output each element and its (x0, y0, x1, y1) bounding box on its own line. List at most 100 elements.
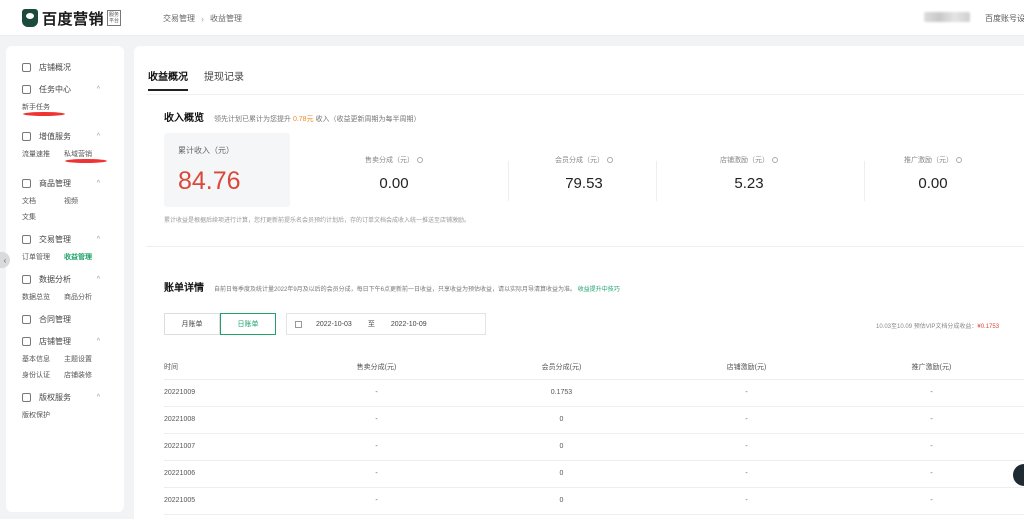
table-cell: - (839, 379, 1024, 407)
table-header-row: 时间 售卖分成(元) 会员分成(元) 店铺激励(元) 推广激励(元) (164, 355, 1024, 380)
table-cell: - (284, 487, 469, 515)
table-cell: - (839, 433, 1024, 461)
bill-table: 时间 售卖分成(元) 会员分成(元) 店铺激励(元) 推广激励(元) 20221009-… (164, 355, 1024, 515)
sidebar-item[interactable]: 私域营销 (64, 149, 107, 166)
tab-overview[interactable]: 收益概况 (148, 68, 188, 91)
notification-dot (23, 112, 65, 116)
sidebar-group-5[interactable]: 数据分析 ^ (6, 268, 124, 290)
brand-badge: 服务平台 (107, 10, 122, 26)
sidebar-item[interactable]: 数据总览 (22, 292, 64, 302)
table-cell: - (284, 379, 469, 407)
tabs: 收益概况 提现记录 (148, 68, 244, 91)
notification-dot (65, 159, 107, 163)
table-cell: 20221007 (164, 433, 284, 461)
sidebar-group-label: 任务中心 (39, 84, 71, 94)
breadcrumb: 交易管理 › 收益管理 (163, 13, 242, 24)
sidebar-group-3[interactable]: 商品管理 ^ (6, 172, 124, 194)
sidebar-group-4[interactable]: 交易管理 ^ (6, 228, 124, 250)
sidebar-item[interactable]: 店铺装修 (64, 370, 106, 380)
copyright-icon (22, 392, 31, 402)
user-name-blurred (924, 12, 970, 22)
sidebar-item[interactable]: 文档 (22, 196, 64, 206)
table-cell: 0 (469, 460, 654, 488)
table-cell: - (654, 406, 839, 434)
sidebar-item[interactable]: 基本信息 (22, 354, 64, 364)
income-overview-card: 收入概览 领先计划已累计为您提升 0.78元 收入（收益更新周期为每半周期） 累… (146, 94, 1024, 234)
goods-icon (22, 178, 31, 188)
table-row: 20221009-0.1753- - (164, 379, 1024, 407)
bill-period-switch: 月账单 日账单 (164, 313, 276, 335)
sidebar-item[interactable]: 身份认证 (22, 370, 64, 380)
sidebar-submenu: 数据总览 商品分析 (6, 292, 124, 302)
sidebar-item[interactable]: 流量速推 (22, 149, 64, 166)
section-title: 收入概览 (164, 113, 204, 124)
sidebar-item[interactable]: 主题设置 (64, 354, 106, 364)
table-cell: 20221009 (164, 379, 284, 407)
chart-icon (22, 274, 31, 284)
main-panel: 收益概况 提现记录 收入概览 领先计划已累计为您提升 0.78元 收入（收益更新… (134, 46, 1024, 519)
sidebar-item[interactable]: 收益管理 (64, 252, 106, 262)
table-cell: 20221005 (164, 487, 284, 515)
help-icon[interactable] (956, 157, 962, 164)
help-icon[interactable] (607, 157, 613, 164)
brand-name: 百度营销 (42, 10, 105, 28)
sidebar-group-7[interactable]: 店铺管理 ^ (6, 330, 124, 352)
sidebar-group-0[interactable]: 店铺概况 (6, 56, 124, 78)
account-settings-link[interactable]: 百度账号设置 (985, 13, 1024, 24)
sidebar-item[interactable]: 版权保护 (22, 410, 64, 420)
tab-withdraw-records[interactable]: 提现记录 (204, 68, 244, 91)
table-cell: - (654, 433, 839, 461)
bill-note: 自前日每季度及统计量2022年9月及以后的会员分成，每日下午6点更新前一日收益，… (214, 287, 620, 293)
contract-icon (22, 314, 31, 324)
task-icon (22, 84, 31, 94)
date-range-picker[interactable]: 2022-10-03 至 2022-10-09 (286, 313, 486, 335)
chevron-up-icon: ^ (96, 393, 100, 401)
table-row: 20221007-0- - (164, 433, 1024, 461)
column-header: 售卖分成(元) (284, 355, 469, 380)
tips-link[interactable]: 收益提升中技巧 (578, 287, 620, 293)
brand-logo[interactable]: 百度营销 服务平台 (22, 8, 122, 28)
sidebar-group-8[interactable]: 版权服务 ^ (6, 386, 124, 408)
sidebar-item[interactable]: 视频 (64, 196, 106, 206)
stat-shop-incentive: 店铺激励（元） 5.23 (679, 155, 819, 192)
table-cell: 20221008 (164, 406, 284, 434)
trade-icon (22, 234, 31, 244)
table-cell: - (839, 406, 1024, 434)
table-cell: 0 (469, 406, 654, 434)
date-to[interactable]: 2022-10-09 (391, 321, 427, 328)
chevron-up-icon: ^ (96, 275, 100, 283)
table-cell: - (284, 433, 469, 461)
sidebar-group-label: 增值服务 (39, 131, 71, 141)
sidebar-submenu: 新手任务 (6, 102, 124, 119)
breadcrumb-item[interactable]: 交易管理 (163, 13, 195, 24)
sidebar-submenu: 版权保护 (6, 410, 124, 420)
table-body: 20221009-0.1753- -20221008-0- -20221007-0-… (164, 379, 1024, 515)
bill-detail-card: 账单详情 自前日每季度及统计量2022年9月及以后的会员分成，每日下午6点更新前… (146, 246, 1024, 519)
table-cell: 20221006 (164, 460, 284, 488)
sidebar-group-6[interactable]: 合同管理 (6, 308, 124, 330)
date-from[interactable]: 2022-10-03 (316, 321, 352, 328)
table-row: 20221006-0- - (164, 460, 1024, 488)
chevron-up-icon: ^ (96, 132, 100, 140)
table-row: 20221005-0- - (164, 487, 1024, 515)
help-icon[interactable] (417, 157, 423, 164)
sidebar-group-2[interactable]: 增值服务 ^ (6, 125, 124, 147)
help-icon[interactable] (772, 157, 778, 164)
top-bar: 百度营销 服务平台 交易管理 › 收益管理 百度账号设置 (0, 0, 1024, 36)
sidebar-item[interactable]: 新手任务 (22, 102, 65, 119)
monthly-bill-button[interactable]: 月账单 (164, 313, 220, 335)
column-header: 时间 (164, 355, 284, 380)
sidebar-item[interactable]: 商品分析 (64, 292, 106, 302)
table-cell: 0 (469, 433, 654, 461)
sidebar-group-1[interactable]: 任务中心 ^ (6, 78, 124, 100)
sidebar-group-label: 店铺管理 (39, 336, 71, 346)
date-separator: 至 (367, 321, 375, 328)
table-cell: 0 (469, 487, 654, 515)
sidebar-item[interactable]: 文集 (22, 212, 64, 222)
range-summary: 10.03至10.09 预估VIP文档分成收益：¥0.1753 (876, 324, 1000, 330)
table-cell: - (654, 379, 839, 407)
section-title: 账单详情 (164, 283, 204, 294)
sidebar-item[interactable]: 订单管理 (22, 252, 64, 262)
daily-bill-button[interactable]: 日账单 (220, 313, 276, 335)
column-header: 推广激励(元) (839, 355, 1024, 380)
